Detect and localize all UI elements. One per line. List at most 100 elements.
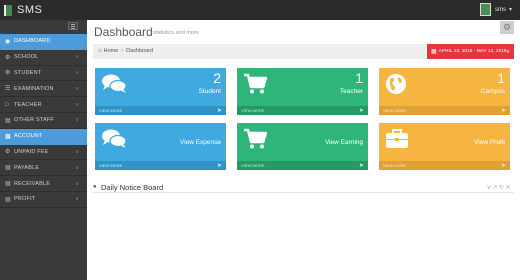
chevron-right-icon: › <box>121 48 124 54</box>
sidebar-item-label: TEACHER <box>14 101 42 108</box>
account-icon: ▩ <box>5 133 11 140</box>
sidebar-item-dashboard[interactable]: ◉ DASHBOARD <box>0 34 87 50</box>
tile-footer[interactable]: VIEW MORE ➤ <box>379 106 510 115</box>
date-range-label: APRIL 13, 2016 - MAY 12, 2016 <box>438 49 507 54</box>
chevron-down-icon: ∨ <box>75 85 79 92</box>
sidebar-item-label: EXAMINATION <box>14 85 54 92</box>
tile-label: Teacher <box>339 88 363 95</box>
tile-footer[interactable]: VIEW MORE ➤ <box>95 106 226 115</box>
sidebar-item-label: DASHBOARD <box>14 38 51 45</box>
sidebar-menu: ◉ DASHBOARD ⚙ SCHOOL ∨ ⚙ STUDENT ∨ ☰ EXA… <box>0 34 87 208</box>
sidebar-item-label: UNPAID FEE <box>14 148 49 155</box>
tile-label: Campus <box>480 88 505 95</box>
view-more-link: VIEW MORE <box>241 108 265 113</box>
tile-teacher[interactable]: 1 Teacher VIEW MORE ➤ <box>237 68 368 115</box>
gear-icon: ⚙ <box>502 22 512 32</box>
tile-footer[interactable]: VIEW MORE ➤ <box>95 161 226 170</box>
notice-board-header: ● Daily Notice Board ∨↗↻✕ <box>93 183 514 193</box>
examination-icon: ☰ <box>5 86 11 93</box>
tile-label: View Profit <box>474 139 505 146</box>
date-range-picker[interactable]: ▦ APRIL 13, 2016 - MAY 12, 2016 ∨ <box>427 44 514 59</box>
view-more-link: VIEW MORE <box>241 163 265 168</box>
brand-logo-icon <box>4 4 12 16</box>
sidebar-toggle-button[interactable] <box>68 22 78 30</box>
chevron-down-icon: ▾ <box>508 7 512 13</box>
sidebar-item-receivable[interactable]: ▤ RECEIVABLE ∨ <box>0 176 87 192</box>
chevron-down-icon: ∨ <box>75 148 79 155</box>
comment-icon: ● <box>93 184 97 190</box>
chevron-down-icon: ∨ <box>75 69 79 76</box>
sidebar-item-payable[interactable]: ▤ PAYABLE ∨ <box>0 160 87 177</box>
calendar-icon: ▦ <box>431 49 437 55</box>
chevron-down-icon: ∨ <box>75 54 79 61</box>
arrow-circle-right-icon: ➤ <box>500 163 506 169</box>
settings-button[interactable]: ⚙ <box>500 21 514 34</box>
breadcrumb-current: Dashboard <box>126 48 154 54</box>
sidebar-item-account[interactable]: ▩ ACCOUNT <box>0 128 87 145</box>
cart-icon <box>244 73 267 94</box>
main-content: Dashboard statistics and more ⚙ ⌂ Home ›… <box>87 20 520 280</box>
tile-footer[interactable]: VIEW MORE ➤ <box>237 106 368 115</box>
unpaid-fee-icon: ⚙ <box>5 149 11 156</box>
sidebar-item-label: PROFIT <box>14 196 36 203</box>
sidebar-item-school[interactable]: ⚙ SCHOOL ∨ <box>0 50 87 66</box>
brand[interactable]: SMS <box>0 0 87 20</box>
chevron-down-icon: ∨ <box>75 117 79 124</box>
close-icon[interactable]: ✕ <box>505 185 512 191</box>
arrow-circle-right-icon: ➤ <box>216 108 222 114</box>
staff-icon: ▤ <box>5 117 11 124</box>
tile-student[interactable]: 2 Student VIEW MORE ➤ <box>95 68 226 115</box>
globe-icon <box>386 74 406 94</box>
sidebar-item-label: RECEIVABLE <box>14 180 51 187</box>
sidebar-item-profit[interactable]: ▤ PROFIT ∨ <box>0 192 87 208</box>
view-more-link: VIEW MORE <box>99 108 123 113</box>
page-title: Dashboard <box>94 25 153 39</box>
tile-label: View Expense <box>179 139 221 146</box>
comments-icon <box>102 129 127 148</box>
tile-count: 1 <box>497 70 505 86</box>
avatar <box>479 3 491 16</box>
notice-board-title: Daily Notice Board <box>101 183 164 192</box>
tile-footer[interactable]: VIEW MORE ➤ <box>379 161 510 170</box>
tile-view-profit[interactable]: View Profit VIEW MORE ➤ <box>379 123 510 170</box>
view-more-link: VIEW MORE <box>383 108 407 113</box>
sidebar-item-student[interactable]: ⚙ STUDENT ∨ <box>0 66 87 82</box>
dashboard-icon: ◉ <box>5 38 11 45</box>
tile-view-expense[interactable]: View Expense VIEW MORE ➤ <box>95 123 226 170</box>
chevron-down-icon: ∨ <box>75 164 79 171</box>
tile-view-earning[interactable]: View Earning VIEW MORE ➤ <box>237 123 368 170</box>
sidebar-item-label: STUDENT <box>14 69 42 76</box>
school-icon: ⚙ <box>5 54 11 61</box>
sidebar-item-label: OTHER STAFF <box>14 117 54 124</box>
top-navbar: SMS sms ▾ <box>0 0 520 20</box>
sidebar-item-other-staff[interactable]: ▤ OTHER STAFF ∨ <box>0 113 87 129</box>
chevron-down-icon: ∨ <box>506 48 510 55</box>
tile-footer[interactable]: VIEW MORE ➤ <box>237 161 368 170</box>
panel-tools: ∨↗↻✕ <box>487 184 513 191</box>
sidebar-item-teacher[interactable]: □ TEACHER ∨ <box>0 97 87 113</box>
cart-icon <box>244 128 267 149</box>
sidebar-item-examination[interactable]: ☰ EXAMINATION ∨ <box>0 81 87 98</box>
arrow-circle-right-icon: ➤ <box>358 163 364 169</box>
arrow-circle-right-icon: ➤ <box>358 108 364 114</box>
tile-label: Student <box>198 88 221 95</box>
receivable-icon: ▤ <box>5 181 11 188</box>
page-subtitle: statistics and more <box>153 30 199 36</box>
view-more-link: VIEW MORE <box>99 163 123 168</box>
breadcrumb: ⌂ Home › Dashboard <box>98 48 153 54</box>
comments-icon <box>102 74 127 93</box>
breadcrumb-home-link[interactable]: Home <box>104 48 119 54</box>
sidebar: ◉ DASHBOARD ⚙ SCHOOL ∨ ⚙ STUDENT ∨ ☰ EXA… <box>0 20 87 280</box>
briefcase-icon <box>386 129 408 148</box>
sidebar-item-label: ACCOUNT <box>14 133 43 140</box>
home-icon: ⌂ <box>98 48 102 54</box>
tile-campus[interactable]: 1 Campus VIEW MORE ➤ <box>379 68 510 115</box>
sidebar-item-unpaid-fee[interactable]: ⚙ UNPAID FEE ∨ <box>0 145 87 161</box>
arrow-circle-right-icon: ➤ <box>500 108 506 114</box>
tile-count: 2 <box>213 70 221 86</box>
user-menu[interactable]: sms ▾ <box>479 3 512 16</box>
breadcrumb-bar: ⌂ Home › Dashboard ▦ APRIL 13, 2016 - MA… <box>93 44 514 59</box>
view-more-link: VIEW MORE <box>383 163 407 168</box>
app-title: SMS <box>17 4 43 16</box>
arrow-circle-right-icon: ➤ <box>216 163 222 169</box>
